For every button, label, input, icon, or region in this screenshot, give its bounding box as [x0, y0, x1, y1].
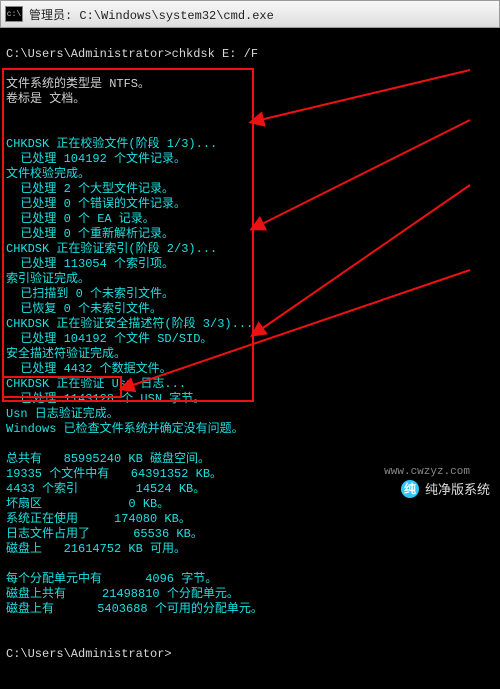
cmd-icon: c:\	[5, 6, 23, 22]
chkdsk-output: CHKDSK 正在校验文件(阶段 1/3)... 已处理 104192 个文件记…	[6, 137, 263, 616]
watermark-brand: 纯净版系统	[425, 479, 490, 498]
watermark-badge-icon: 纯	[401, 480, 419, 498]
window-title: 管理员: C:\Windows\system32\cmd.exe	[29, 6, 274, 23]
prompt-line-2: C:\Users\Administrator>	[6, 647, 172, 661]
watermark: 纯 纯净版系统	[401, 479, 490, 498]
terminal-output[interactable]: C:\Users\Administrator>chkdsk E: /F 文件系统…	[0, 28, 500, 689]
watermark-url: www.cwzyz.com	[384, 466, 470, 478]
cmd-icon-label: c:\	[7, 10, 21, 19]
window-titlebar[interactable]: c:\ 管理员: C:\Windows\system32\cmd.exe	[0, 0, 500, 28]
cmd-window: c:\ 管理员: C:\Windows\system32\cmd.exe C:\…	[0, 0, 500, 689]
fs-type-lines: 文件系统的类型是 NTFS。 卷标是 文档。	[6, 77, 150, 106]
prompt-line-1: C:\Users\Administrator>chkdsk E: /F	[6, 47, 258, 61]
